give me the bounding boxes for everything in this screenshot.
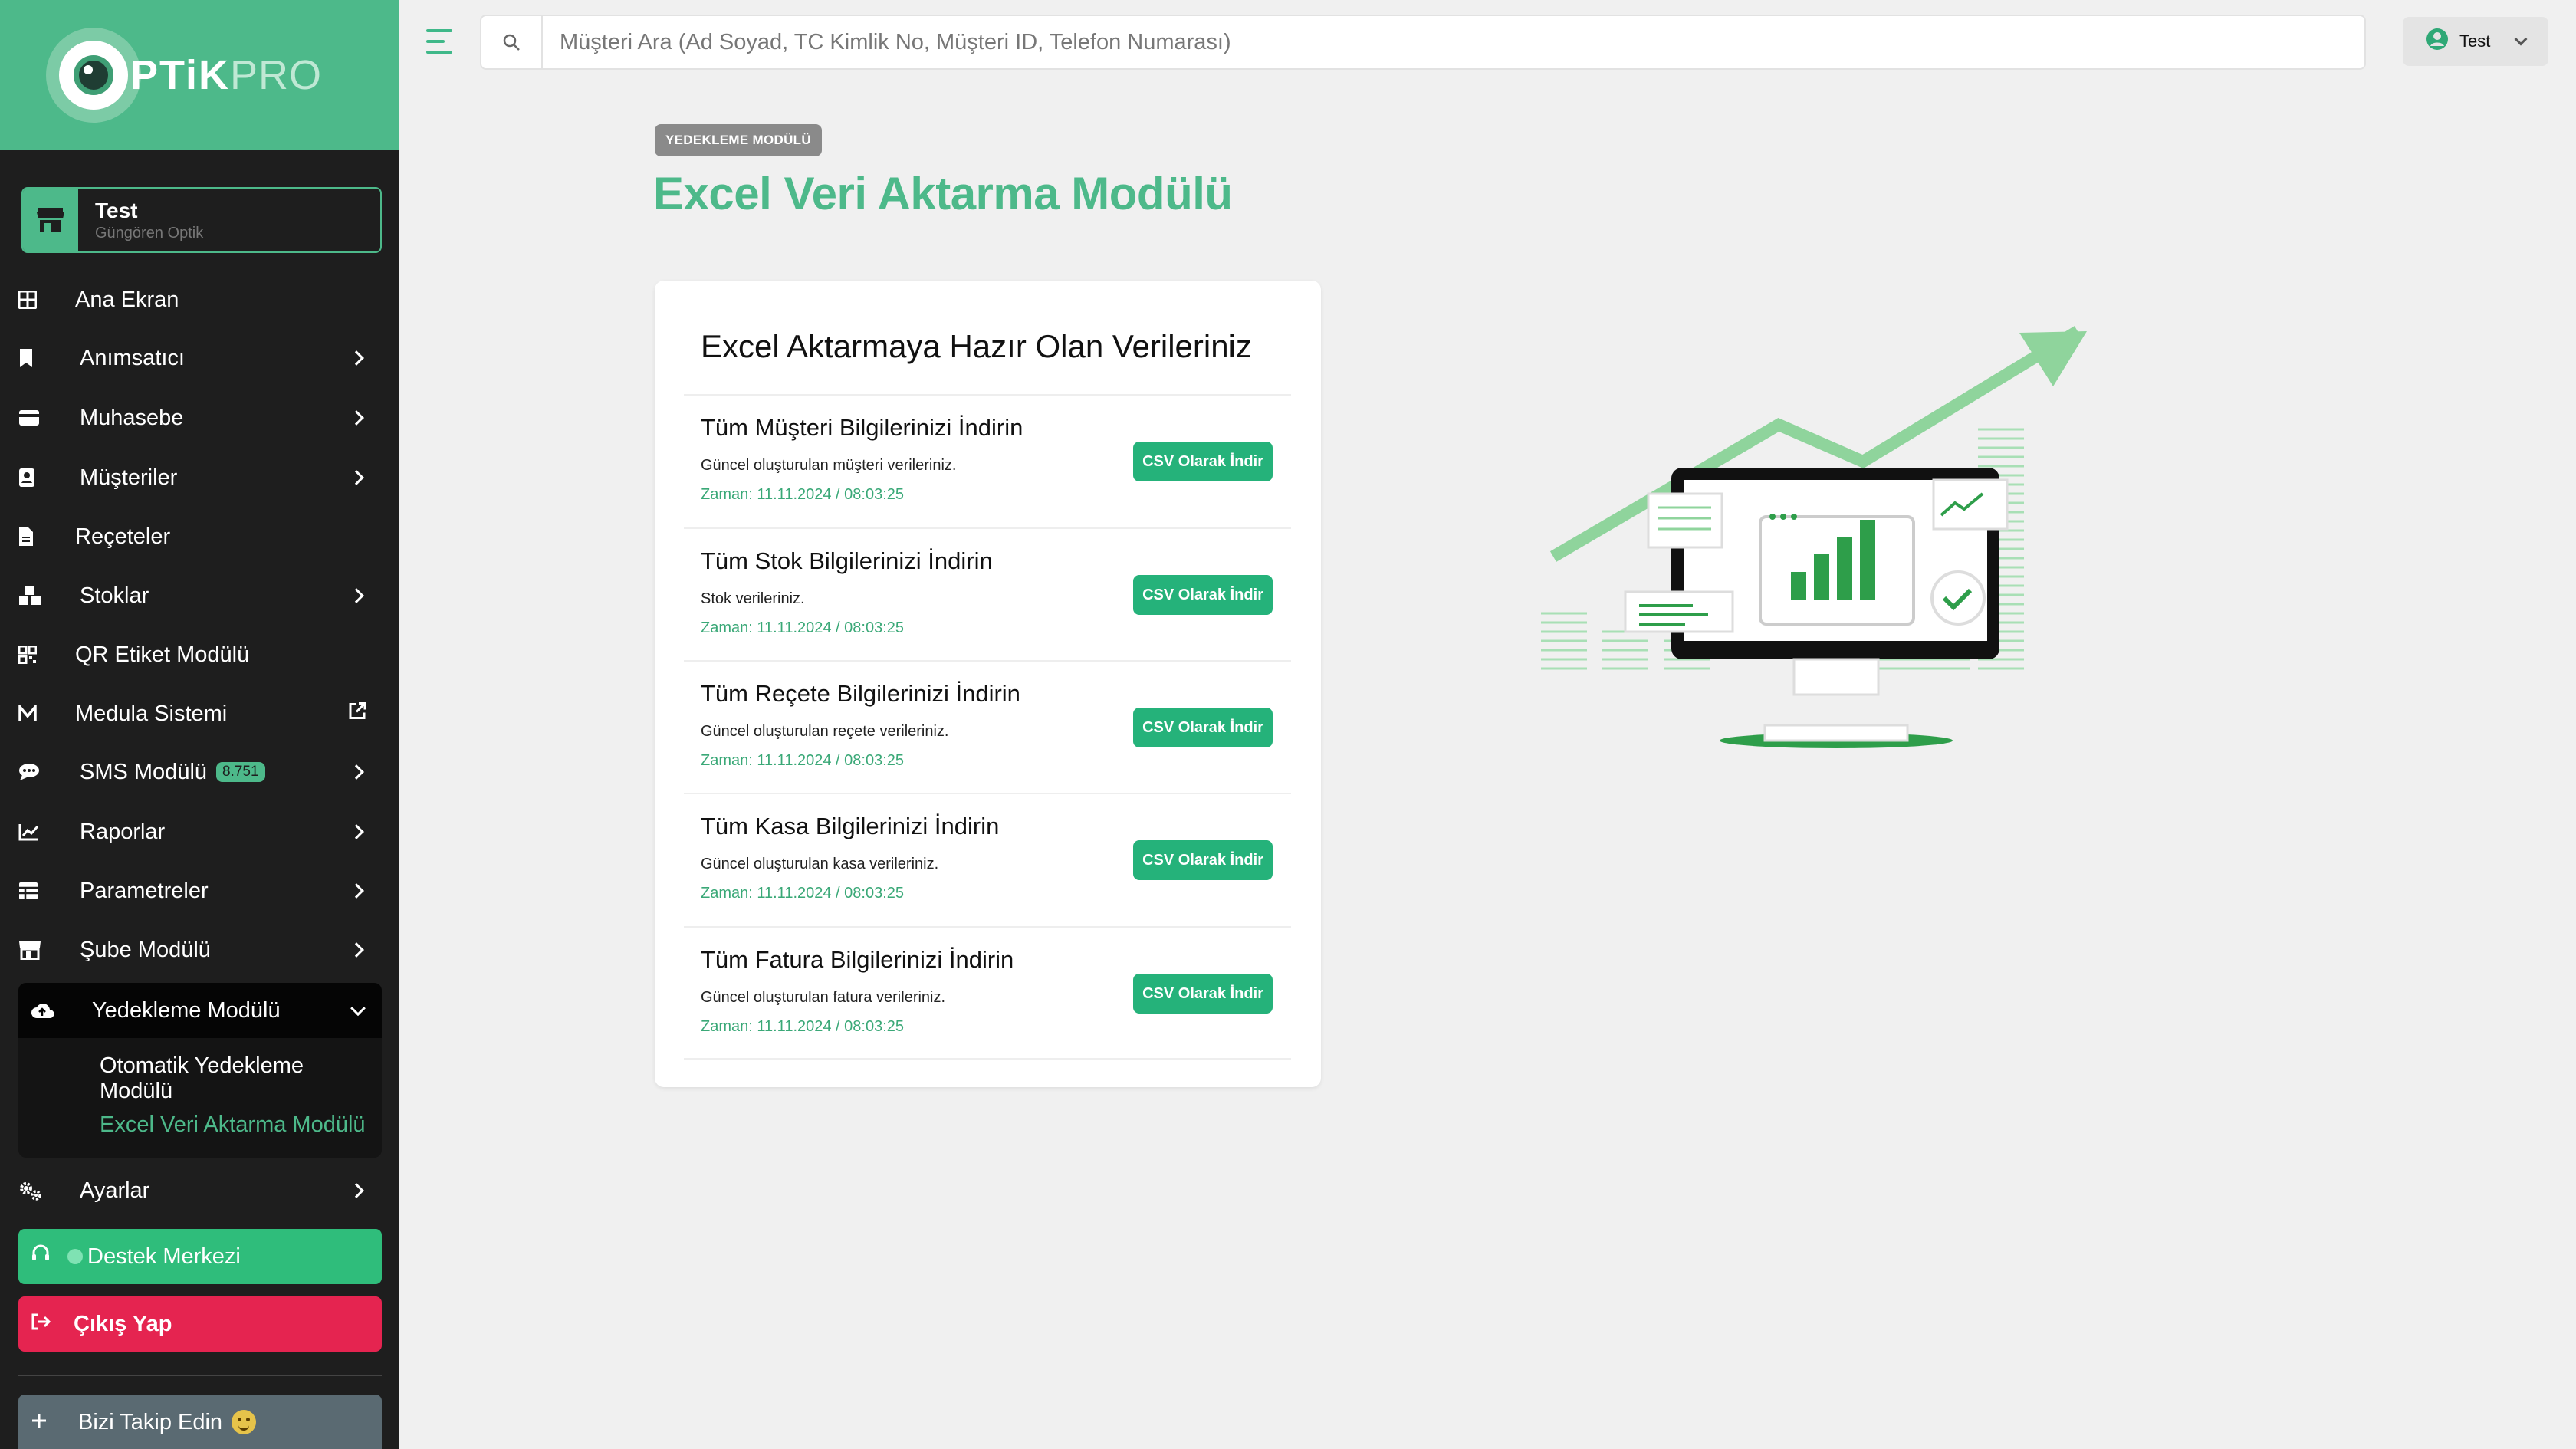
dashboard-icon [18,291,49,309]
download-csv-cashbox-button[interactable]: CSV Olarak İndir [1133,840,1273,880]
logo[interactable]: PTiK PRO [0,0,399,150]
chevron-right-icon [349,410,364,426]
chevron-right-icon [349,350,364,366]
sidebar-item-muhasebe[interactable]: Muhasebe [18,393,380,443]
chevron-right-icon [349,764,364,780]
sms-count-badge: 8.751 [216,762,265,782]
module-badge: YEDEKLEME MODÜLÜ [655,124,822,156]
sidebar-item-yedekleme[interactable]: Yedekleme Modülü [18,983,382,1038]
chevron-right-icon [349,588,364,603]
logout-button[interactable]: Çıkış Yap [18,1296,382,1352]
medula-m-icon [18,705,49,722]
chevron-right-icon [349,824,364,840]
headset-icon [31,1244,51,1270]
sidebar-item-receteler[interactable]: Reçeteler [18,511,380,562]
sidebar-item-ana-ekran[interactable]: Ana Ekran [18,274,380,325]
card-title: Excel Aktarmaya Hazır Olan Verileriniz [701,328,1252,364]
sidebar-divider [18,1375,382,1376]
sidebar-item-ayarlar[interactable]: Ayarlar [18,1165,380,1216]
list-item: Tüm Müşteri Bilgilerinizi İndirin Güncel… [684,394,1291,527]
table-icon [18,882,49,900]
line-chart-icon [18,823,49,841]
credit-card-icon [18,409,49,426]
chevron-down-icon [2514,32,2528,46]
search-input[interactable] [543,29,2306,55]
user-name: Test [2459,31,2491,51]
chevron-down-icon [350,1001,366,1017]
sidebar-item-musteriler[interactable]: Müşteriler [18,452,380,503]
logo-text-main: PTiK [130,52,230,98]
chevron-right-icon [349,470,364,485]
branch-subtitle: Güngören Optik [95,224,204,242]
sidebar-item-sube[interactable]: Şube Modülü [18,925,380,975]
data-export-illustration [1541,326,2087,748]
customer-search [480,15,2366,70]
sidebar-item-parametreler[interactable]: Parametreler [18,866,380,916]
follow-us-button[interactable]: Bizi Takip Edin [18,1395,382,1449]
list-item: Tüm Fatura Bilgilerinizi İndirin Güncel … [684,926,1291,1060]
sidebar-item-qr-etiket[interactable]: QR Etiket Modülü [18,629,380,680]
sidebar-item-animsatici[interactable]: Anımsatıcı [18,333,380,383]
export-card: Excel Aktarmaya Hazır Olan Verileriniz T… [655,281,1321,1087]
boxes-icon [18,586,49,606]
download-csv-prescriptions-button[interactable]: CSV Olarak İndir [1133,708,1273,748]
sidebar-subitem-otomatik-yedekleme[interactable]: Otomatik Yedekleme Modülü [100,1053,382,1104]
list-item: Tüm Kasa Bilgilerinizi İndirin Güncel ol… [684,793,1291,926]
cloud-upload-icon [31,1002,61,1019]
user-menu-button[interactable]: Test [2403,17,2548,66]
chat-bubble-icon [18,763,49,781]
chevron-right-icon [349,942,364,958]
sidebar-item-raporlar[interactable]: Raporlar [18,807,380,857]
logout-icon [31,1312,51,1337]
chevron-right-icon [349,883,364,899]
sidebar-item-sms[interactable]: SMS Modülü 8.751 [18,747,380,797]
sidebar-subitem-excel-veri-aktarma[interactable]: Excel Veri Aktarma Modülü [100,1112,366,1138]
external-link-icon [348,702,366,727]
chevron-right-icon [349,1183,364,1198]
download-csv-invoices-button[interactable]: CSV Olarak İndir [1133,974,1273,1014]
sidebar: PTiK PRO Test Güngören Optik Ana Ekran An… [0,0,399,1449]
list-item: Tüm Reçete Bilgilerinizi İndirin Güncel … [684,660,1291,794]
logo-text-pro: PRO [230,52,323,98]
download-csv-customers-button[interactable]: CSV Olarak İndir [1133,442,1273,481]
smile-emoji-icon [232,1410,257,1434]
sidebar-group-yedekleme: Yedekleme Modülü Otomatik Yedekleme Modü… [18,983,382,1158]
logo-mark: PTiK PRO [45,28,323,123]
download-csv-stock-button[interactable]: CSV Olarak İndir [1133,575,1273,615]
page-title: Excel Veri Aktarma Modülü [653,168,1233,219]
qr-code-icon [18,646,49,664]
store-icon [23,189,78,251]
eye-icon [45,28,141,123]
cogs-icon [18,1181,49,1201]
bookmark-icon [18,348,49,368]
online-status-dot [67,1249,83,1264]
list-item: Tüm Stok Bilgilerinizi İndirin Stok veri… [684,527,1291,661]
sidebar-item-stoklar[interactable]: Stoklar [18,570,380,621]
branch-name: Test [95,198,138,222]
shop-icon [18,940,49,960]
sidebar-item-medula[interactable]: Medula Sistemi [18,688,380,739]
branch-selector[interactable]: Test Güngören Optik [21,187,382,253]
plus-icon [31,1410,48,1435]
search-icon [481,16,543,68]
user-avatar-icon [2426,28,2449,55]
support-center-button[interactable]: Destek Merkezi [18,1229,382,1284]
file-icon [18,527,49,547]
menu-toggle-icon[interactable] [426,29,452,54]
contact-book-icon [18,468,49,488]
